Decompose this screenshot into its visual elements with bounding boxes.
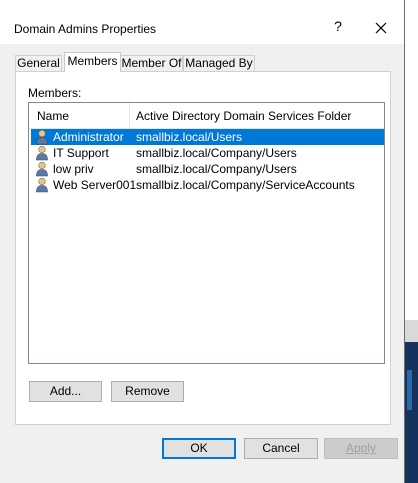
user-icon — [36, 129, 48, 145]
ok-button[interactable]: OK — [162, 438, 236, 459]
member-folder: smallbiz.local/Users — [136, 130, 243, 144]
close-icon — [375, 22, 387, 34]
background-window-edge-gray — [405, 320, 418, 342]
help-button[interactable]: ? — [328, 18, 348, 38]
tab-member-of[interactable]: Member Of — [120, 55, 183, 71]
list-header: Name Active Directory Domain Services Fo… — [29, 103, 384, 129]
properties-dialog: Domain Admins Properties ? General Membe… — [0, 0, 405, 483]
members-list[interactable]: Name Active Directory Domain Services Fo… — [28, 102, 385, 364]
member-name: Administrator — [53, 130, 124, 144]
list-item[interactable]: Web Server001 smallbiz.local/Company/Serv… — [31, 177, 384, 193]
member-name: low priv — [53, 162, 94, 176]
list-item[interactable]: low priv smallbiz.local/Company/Users — [31, 161, 384, 177]
column-header-name[interactable]: Name — [37, 109, 69, 123]
member-name: IT Support — [53, 146, 109, 160]
column-header-folder[interactable]: Active Directory Domain Services Folder — [136, 109, 351, 123]
column-divider[interactable] — [129, 103, 130, 128]
remove-button[interactable]: Remove — [111, 381, 184, 402]
cancel-button[interactable]: Cancel — [244, 438, 318, 459]
tab-members[interactable]: Members — [64, 52, 121, 72]
close-button[interactable] — [370, 17, 392, 39]
member-folder: smallbiz.local/Company/ServiceAccounts — [136, 178, 355, 192]
tab-managed-by[interactable]: Managed By — [183, 55, 255, 71]
member-name: Web Server001 — [53, 178, 137, 192]
background-scrollbar-thumb — [407, 370, 412, 410]
user-icon — [36, 145, 48, 161]
background-desktop — [405, 342, 418, 483]
apply-label: Apply — [345, 441, 377, 455]
tab-general[interactable]: General — [15, 55, 62, 71]
add-button[interactable]: Add... — [29, 381, 102, 402]
member-folder: smallbiz.local/Company/Users — [136, 146, 297, 160]
user-icon — [36, 161, 48, 177]
list-item[interactable]: IT Support smallbiz.local/Company/Users — [31, 145, 384, 161]
members-label: Members: — [28, 86, 82, 100]
list-item[interactable]: Administrator smallbiz.local/Users — [31, 129, 384, 145]
help-icon: ? — [334, 18, 342, 34]
member-folder: smallbiz.local/Company/Users — [136, 162, 297, 176]
user-icon — [36, 177, 48, 193]
apply-button[interactable]: Apply — [324, 438, 398, 459]
title-bar: Domain Admins Properties ? — [0, 0, 404, 44]
window-title: Domain Admins Properties — [14, 22, 157, 36]
